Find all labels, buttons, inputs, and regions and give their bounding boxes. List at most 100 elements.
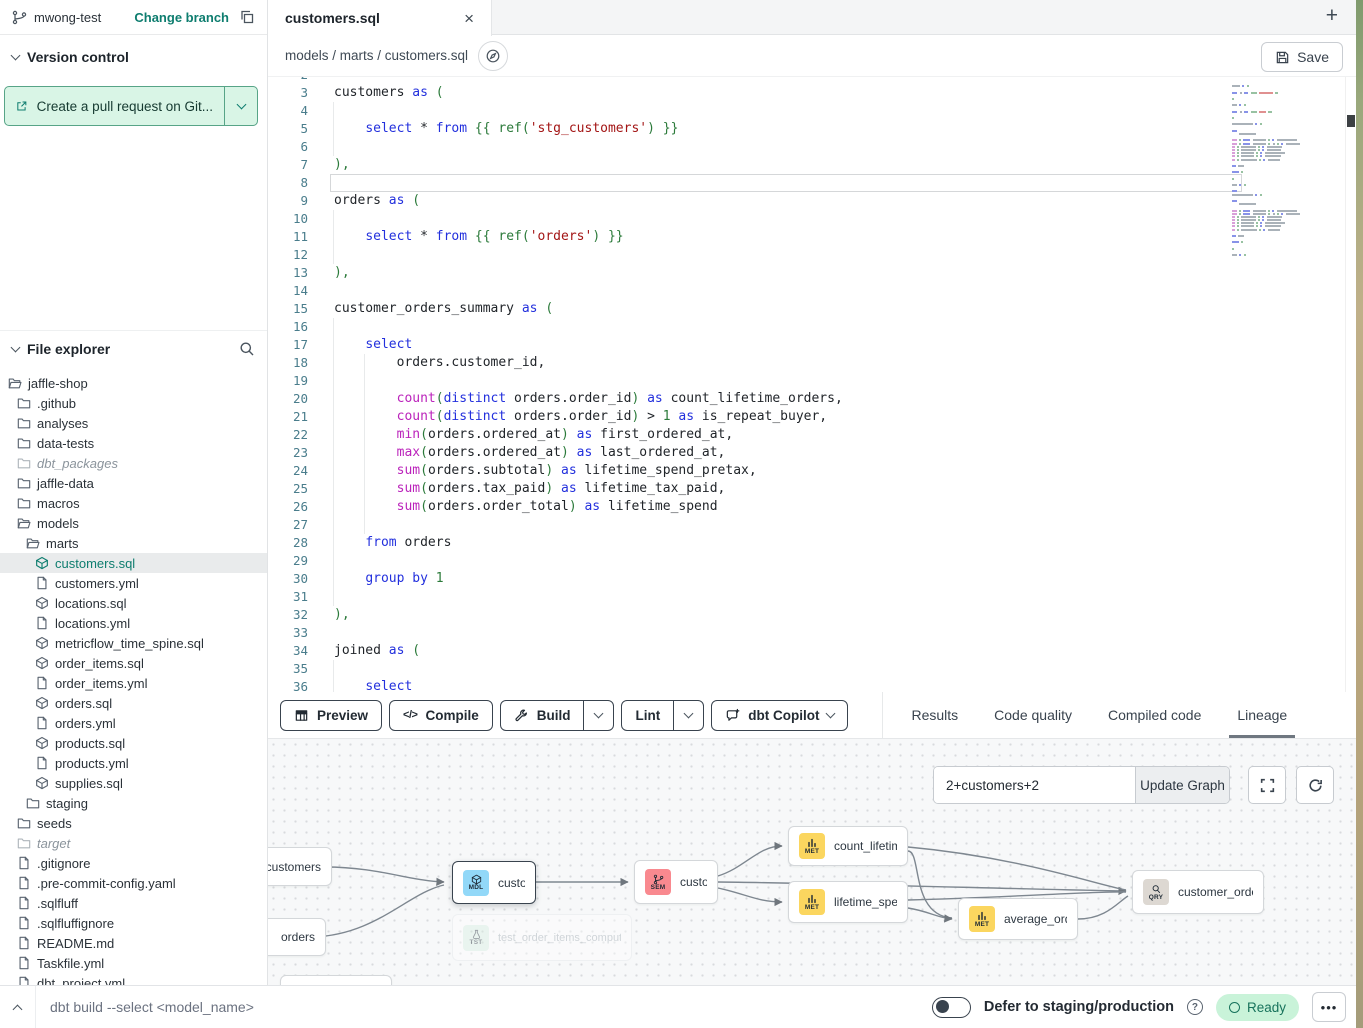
lineage-node-count_lifetime_orders[interactable]: METcount_lifetime_orders (788, 826, 908, 866)
code-line-28[interactable]: 28 from orders (268, 534, 1356, 552)
explore-lineage-button[interactable] (478, 41, 508, 71)
code-line-14[interactable]: 14 (268, 282, 1356, 300)
tree-item-data-tests[interactable]: data-tests (0, 433, 267, 453)
code-line-22[interactable]: 22 min(orders.ordered_at) as first_order… (268, 426, 1356, 444)
scrollbar-thumb[interactable] (1347, 115, 1355, 127)
code-line-3[interactable]: 3customers as ( (268, 84, 1356, 102)
code-line-32[interactable]: 32), (268, 606, 1356, 624)
code-line-30[interactable]: 30 group by 1 (268, 570, 1356, 588)
create-pr-button[interactable]: Create a pull request on Git... (4, 86, 258, 126)
help-icon[interactable]: ? (1187, 999, 1203, 1015)
tree-item-dbt-packages[interactable]: dbt_packages (0, 453, 267, 473)
tree-item-.sqlfluff[interactable]: .sqlfluff (0, 893, 267, 913)
status-ready-badge[interactable]: Ready (1216, 994, 1299, 1021)
collapse-panel-button[interactable] (0, 986, 36, 1028)
tree-item-orders.yml[interactable]: orders.yml (0, 713, 267, 733)
refresh-button[interactable] (1296, 766, 1334, 804)
tree-item-locations.sql[interactable]: locations.sql (0, 593, 267, 613)
code-line-19[interactable]: 19 (268, 372, 1356, 390)
lineage-node-partial-node[interactable] (280, 975, 392, 985)
tree-item-taskfile.yml[interactable]: Taskfile.yml (0, 953, 267, 973)
code-line-9[interactable]: 9orders as ( (268, 192, 1356, 210)
tab-customers-sql[interactable]: customers.sql × (268, 0, 492, 36)
tree-item-jaffle-shop[interactable]: jaffle-shop (0, 373, 267, 393)
code-line-31[interactable]: 31 (268, 588, 1356, 606)
build-button[interactable]: Build (500, 700, 615, 731)
update-graph-button[interactable]: Update Graph (1135, 767, 1229, 803)
tree-item-.pre-commit-config.yaml[interactable]: .pre-commit-config.yaml (0, 873, 267, 893)
preview-button[interactable]: Preview (280, 700, 382, 731)
code-line-34[interactable]: 34joined as ( (268, 642, 1356, 660)
code-line-5[interactable]: 5 select * from {{ ref('stg_customers') … (268, 120, 1356, 138)
copy-branch-icon[interactable] (239, 9, 255, 25)
tree-item-macros[interactable]: macros (0, 493, 267, 513)
code-line-6[interactable]: 6 (268, 138, 1356, 156)
dbt-copilot-button[interactable]: dbt Copilot (711, 700, 848, 731)
create-pr-dropdown[interactable] (224, 87, 257, 125)
tree-item-customers.sql[interactable]: customers.sql (0, 553, 267, 573)
lint-dropdown[interactable] (673, 701, 703, 730)
lineage-search-input[interactable] (934, 767, 1135, 803)
tree-item-marts[interactable]: marts (0, 533, 267, 553)
compile-button[interactable]: </>Compile (389, 700, 493, 731)
lineage-node-average_order_value[interactable]: METaverage_order_value (958, 898, 1078, 940)
tree-item-jaffle-data[interactable]: jaffle-data (0, 473, 267, 493)
tree-item-seeds[interactable]: seeds (0, 813, 267, 833)
tab-lineage[interactable]: Lineage (1237, 692, 1287, 738)
lineage-node-customers-model[interactable]: MDLcustomers (452, 861, 536, 904)
tree-item-order-items.sql[interactable]: order_items.sql (0, 653, 267, 673)
lineage-node-orders[interactable]: orders (268, 918, 326, 956)
lineage-node-test-node[interactable]: TSTtest_order_items_compute_to_bools... (452, 914, 632, 961)
lint-button[interactable]: Lint (621, 700, 704, 731)
lineage-node-customer_order_metrics[interactable]: QRYcustomer_order_metrics (1132, 870, 1264, 914)
lineage-node-stg_customers[interactable]: stg_customers (268, 847, 332, 886)
code-line-23[interactable]: 23 max(orders.ordered_at) as last_ordere… (268, 444, 1356, 462)
code-line-4[interactable]: 4 (268, 102, 1356, 120)
code-line-13[interactable]: 13), (268, 264, 1356, 282)
build-dropdown[interactable] (583, 701, 613, 730)
code-line-36[interactable]: 36 select (268, 678, 1356, 692)
tree-item-metricflow-time-spine.sql[interactable]: metricflow_time_spine.sql (0, 633, 267, 653)
tab-results[interactable]: Results (911, 692, 958, 738)
code-editor[interactable]: 23customers as (45 select * from {{ ref(… (268, 77, 1356, 692)
chevron-down-icon[interactable] (11, 343, 21, 353)
fullscreen-button[interactable] (1248, 766, 1286, 804)
code-line-20[interactable]: 20 count(distinct orders.order_id) as co… (268, 390, 1356, 408)
code-line-11[interactable]: 11 select * from {{ ref('orders') }} (268, 228, 1356, 246)
code-line-15[interactable]: 15customer_orders_summary as ( (268, 300, 1356, 318)
close-tab-icon[interactable]: × (461, 10, 477, 27)
minimap[interactable] (1232, 82, 1344, 332)
tree-item-locations.yml[interactable]: locations.yml (0, 613, 267, 633)
defer-toggle[interactable] (932, 997, 971, 1018)
editor-scrollbar[interactable] (1345, 77, 1355, 692)
more-options-button[interactable]: ••• (1312, 992, 1346, 1022)
tree-item-products.sql[interactable]: products.sql (0, 733, 267, 753)
code-line-8[interactable]: 8 (268, 174, 1356, 192)
tree-item-order-items.yml[interactable]: order_items.yml (0, 673, 267, 693)
tree-item-.gitignore[interactable]: .gitignore (0, 853, 267, 873)
tree-item-products.yml[interactable]: products.yml (0, 753, 267, 773)
tree-item-supplies.sql[interactable]: supplies.sql (0, 773, 267, 793)
version-control-header[interactable]: Version control (0, 35, 267, 73)
code-line-2[interactable]: 2 (268, 77, 1356, 84)
save-button[interactable]: Save (1261, 42, 1343, 72)
search-files-icon[interactable] (239, 341, 255, 357)
dbt-command-input[interactable] (50, 999, 610, 1015)
code-line-33[interactable]: 33 (268, 624, 1356, 642)
tree-item-analyses[interactable]: analyses (0, 413, 267, 433)
code-line-26[interactable]: 26 sum(orders.order_total) as lifetime_s… (268, 498, 1356, 516)
tree-item-orders.sql[interactable]: orders.sql (0, 693, 267, 713)
code-line-17[interactable]: 17 select (268, 336, 1356, 354)
change-branch-link[interactable]: Change branch (134, 10, 229, 25)
code-line-10[interactable]: 10 (268, 210, 1356, 228)
code-line-18[interactable]: 18 orders.customer_id, (268, 354, 1356, 372)
tree-item-.sqlfluffignore[interactable]: .sqlfluffignore (0, 913, 267, 933)
tree-item-.github[interactable]: .github (0, 393, 267, 413)
tree-item-readme.md[interactable]: README.md (0, 933, 267, 953)
code-line-27[interactable]: 27 (268, 516, 1356, 534)
code-line-24[interactable]: 24 sum(orders.subtotal) as lifetime_spen… (268, 462, 1356, 480)
tree-item-staging[interactable]: staging (0, 793, 267, 813)
tab-code-quality[interactable]: Code quality (994, 692, 1072, 738)
tree-item-models[interactable]: models (0, 513, 267, 533)
code-line-16[interactable]: 16 (268, 318, 1356, 336)
